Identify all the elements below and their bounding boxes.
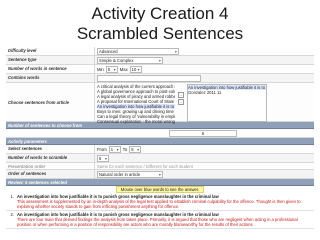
max-label: Max [119, 66, 128, 72]
words-to-scramble-label: Number of words to scramble [6, 154, 95, 162]
choose-sentences-row: Choose sentences from article A critical… [6, 83, 314, 124]
presentation-order-row: Presentation order Same for each sentenc… [6, 163, 314, 170]
max-words-select[interactable]: 10 [129, 65, 142, 73]
review-item-sentence[interactable]: There are four main that derived finding… [17, 217, 312, 227]
to-label: To [122, 146, 128, 152]
article-option[interactable]: A proposal for International Court of St… [97, 99, 175, 104]
sentence-type-row: Sentence type Simple & Complex [6, 56, 314, 65]
difficulty-select[interactable]: Advanced [97, 47, 179, 55]
choose-sentences-label: Choose sentences from article [6, 83, 95, 121]
words-to-scramble-select[interactable]: 5 [97, 154, 109, 162]
min-label: Min [97, 66, 104, 72]
sentence-type-label: Sentence type [6, 56, 95, 64]
slide-title: Activity Creation 4 Scrambled Sentences [0, 4, 320, 44]
order-row: Order of sentences Natural order in arti… [6, 170, 314, 179]
words-in-sentence-label: Number of words in sentence [6, 65, 95, 73]
order-label: Order of sentences [6, 170, 95, 178]
words-in-sentence-row: Number of words in sentence Min 5 Max 10 [6, 65, 314, 74]
num-sentences-value[interactable]: 5 [169, 129, 237, 137]
selected-article[interactable]: Gonzalez 2011 11 [188, 89, 266, 95]
words-to-scramble-row: Number of words to scramble 5 [6, 154, 314, 163]
article-option[interactable]: Can a legal theory of 'vulnerability in … [97, 114, 175, 119]
article-option[interactable]: Consensual exploitation : the moral wron… [97, 119, 175, 124]
num-sentences-row: 5 [6, 129, 314, 138]
from-label: From [97, 146, 107, 152]
article-option[interactable]: Boys to men: growing up and driving time… [97, 109, 175, 114]
presentation-order-label: Presentation order [6, 163, 95, 169]
selected-article[interactable]: An investigation into how justifiable it… [188, 84, 266, 90]
from-select[interactable]: 1 [108, 145, 121, 153]
sentence-type-select[interactable]: Simple & Complex [97, 56, 163, 64]
review-item-number: 1. [10, 194, 15, 199]
select-sentences-row: Select sentences From 1 To 5 [6, 145, 314, 154]
activity-form: Difficulty level Advanced Sentence type … [6, 47, 314, 240]
difficulty-row: Difficulty level Advanced [6, 47, 314, 56]
article-option[interactable]: A critical analysis of the current appro… [97, 84, 175, 89]
slide-title-line2: Scrambled Sentences [76, 24, 244, 43]
difficulty-label: Difficulty level [6, 47, 95, 55]
review-header: Review: 5 sentences selected [6, 179, 314, 186]
selected-articles-list[interactable]: An investigation into how justifiable it… [187, 83, 267, 122]
review-item-number: 2. [10, 212, 15, 217]
slide-title-line1: Activity Creation 4 [91, 4, 229, 23]
article-option[interactable]: A legal analysis of piracy and armed rob… [97, 94, 175, 99]
review-item: 1. An investigation into how justifiable… [6, 193, 314, 211]
order-select[interactable]: Natural order in article [97, 170, 163, 178]
min-words-select[interactable]: 5 [105, 65, 118, 73]
add-arrow-icon[interactable]: › [178, 91, 184, 98]
article-option[interactable]: A global governance approach to post-col… [97, 89, 175, 94]
activity-parameters-header: Activity parameters [6, 138, 314, 145]
article-option[interactable]: An investigation into how justifiable it… [97, 103, 175, 109]
contains-words-input[interactable] [97, 74, 201, 82]
select-sentences-label: Select sentences [6, 145, 95, 153]
contains-words-row: Contains words [6, 74, 314, 83]
hint-text: Mouse over blue words to see the answer. [115, 186, 205, 193]
to-select[interactable]: 5 [129, 145, 142, 153]
presentation-order-value: Same for each sentence / Different for e… [97, 163, 193, 169]
remove-arrow-icon[interactable]: ‹ [178, 98, 184, 105]
review-item: 2. An investigation into how justifiable… [6, 211, 314, 229]
article-list[interactable]: A critical analysis of the current appro… [97, 84, 175, 124]
contains-words-label: Contains words [6, 74, 95, 82]
review-item-sentence[interactable]: This assessment is supplemented by an in… [17, 199, 312, 209]
